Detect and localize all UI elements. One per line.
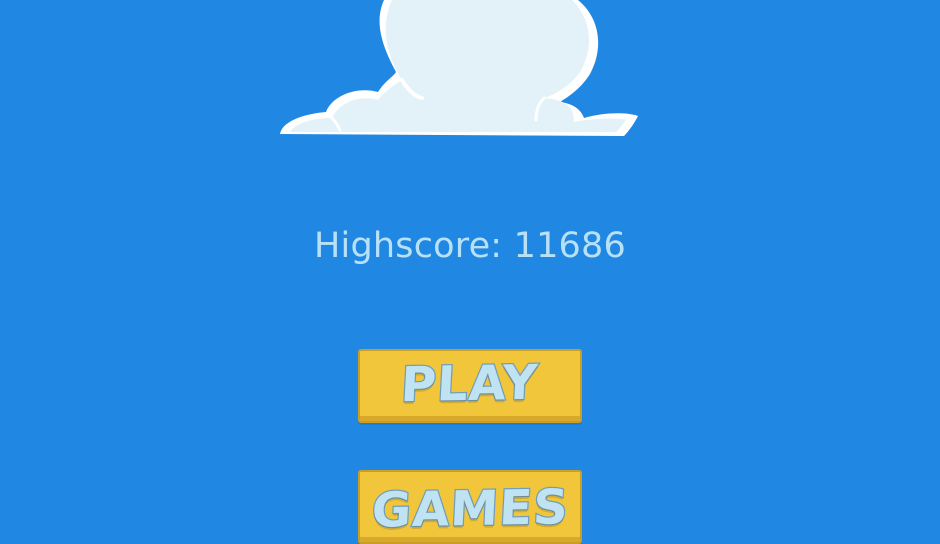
- play-button-label: PLAY: [399, 354, 542, 415]
- games-button[interactable]: GAMES: [358, 470, 582, 544]
- highscore-text: Highscore: 11686: [0, 222, 940, 270]
- games-button-label: GAMES: [369, 478, 571, 540]
- highscore-value: 11686: [513, 226, 626, 266]
- highscore-label: Highscore:: [314, 226, 503, 266]
- cloud-icon: [280, 0, 638, 136]
- play-button[interactable]: PLAY: [358, 349, 582, 423]
- main-menu-screen: Highscore: 11686 PLAY GAMES: [0, 0, 940, 544]
